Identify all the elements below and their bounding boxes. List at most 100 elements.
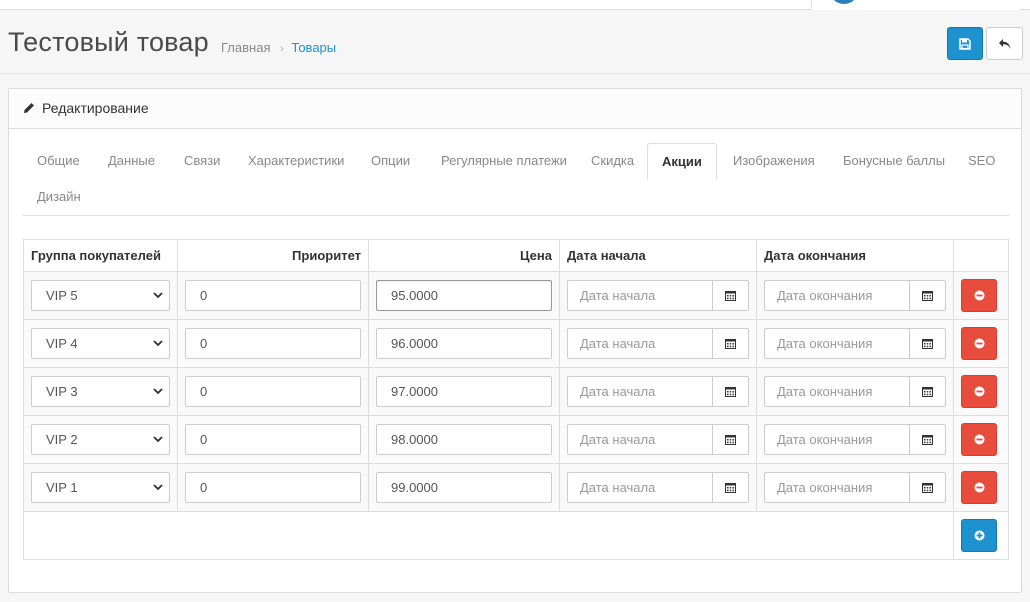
date-start-picker-button[interactable] xyxy=(713,376,749,407)
chevron-down-icon xyxy=(153,292,163,299)
chevron-down-icon xyxy=(153,484,163,491)
priority-input[interactable]: 0 xyxy=(185,424,361,455)
page-title: Тестовый товар xyxy=(8,27,209,57)
priority-input[interactable]: 0 xyxy=(185,328,361,359)
calendar-icon xyxy=(725,483,736,493)
tab-general[interactable]: Общие xyxy=(23,143,94,179)
chevron-down-icon xyxy=(153,340,163,347)
save-icon xyxy=(959,37,971,50)
date-start-picker-button[interactable] xyxy=(713,424,749,455)
date-end-group: Дата окончания xyxy=(764,328,946,359)
price-input[interactable]: 95.0000 xyxy=(376,280,552,311)
date-end-input[interactable]: Дата окончания xyxy=(764,280,910,311)
back-button[interactable] xyxy=(986,27,1023,60)
customer-group-select[interactable]: VIP 5 xyxy=(31,280,170,311)
price-input[interactable]: 99.0000 xyxy=(376,472,552,503)
column-header-group: Группа покупателей xyxy=(23,239,178,272)
tab-links[interactable]: Связи xyxy=(170,143,234,179)
date-end-picker-button[interactable] xyxy=(910,328,946,359)
priority-input[interactable]: 0 xyxy=(185,472,361,503)
calendar-icon xyxy=(922,483,933,493)
tab-bar: Общие Данные Связи Характеристики Опции … xyxy=(23,143,1009,216)
tab-design[interactable]: Дизайн xyxy=(23,179,95,215)
customer-group-select[interactable]: VIP 2 xyxy=(31,424,170,455)
remove-row-button[interactable] xyxy=(961,327,997,360)
date-start-input[interactable]: Дата начала xyxy=(567,376,713,407)
save-button[interactable] xyxy=(947,27,983,60)
user-menu[interactable] xyxy=(811,0,1020,10)
date-end-input[interactable]: Дата окончания xyxy=(764,472,910,503)
customer-group-select[interactable]: VIP 3 xyxy=(31,376,170,407)
page-header: Тестовый товар Главная › Товары xyxy=(0,10,1030,74)
date-start-input[interactable]: Дата начала xyxy=(567,328,713,359)
add-row-button[interactable] xyxy=(961,519,997,552)
tab-images[interactable]: Изображения xyxy=(719,143,829,179)
customer-group-value: VIP 5 xyxy=(46,288,78,303)
remove-row-button[interactable] xyxy=(961,279,997,312)
minus-circle-icon xyxy=(974,386,984,397)
remove-row-button[interactable] xyxy=(961,423,997,456)
table-row: VIP 4 0 96.0000 Дата начала Дата окончан… xyxy=(23,319,1009,368)
breadcrumb-home-link[interactable]: Главная xyxy=(221,40,270,55)
table-header-row: Группа покупателей Приоритет Цена Дата н… xyxy=(23,239,1009,272)
table-row: VIP 5 0 95.0000 Дата начала Дата окончан… xyxy=(23,271,1009,320)
date-start-group: Дата начала xyxy=(567,376,749,407)
avatar[interactable] xyxy=(829,0,859,4)
column-header-actions xyxy=(953,239,1009,272)
tab-data[interactable]: Данные xyxy=(94,143,169,179)
date-start-picker-button[interactable] xyxy=(713,472,749,503)
tab-recurring[interactable]: Регулярные платежи xyxy=(427,143,581,179)
date-start-input[interactable]: Дата начала xyxy=(567,472,713,503)
tab-options[interactable]: Опции xyxy=(357,143,424,179)
panel-title: Редактирование xyxy=(42,100,149,116)
calendar-icon xyxy=(922,435,933,445)
price-input[interactable]: 98.0000 xyxy=(376,424,552,455)
column-header-date-end: Дата окончания xyxy=(756,239,954,272)
priority-input[interactable]: 0 xyxy=(185,280,361,311)
reply-icon xyxy=(998,38,1010,49)
tab-reward-points[interactable]: Бонусные баллы xyxy=(829,143,959,179)
tab-special[interactable]: Акции xyxy=(647,143,717,180)
edit-panel: Редактирование Общие Данные Связи Характ… xyxy=(8,88,1022,593)
date-end-group: Дата окончания xyxy=(764,424,946,455)
breadcrumb: Главная › Товары xyxy=(221,40,336,55)
date-end-picker-button[interactable] xyxy=(910,376,946,407)
minus-circle-icon xyxy=(974,290,984,301)
priority-input[interactable]: 0 xyxy=(185,376,361,407)
calendar-icon xyxy=(725,435,736,445)
table-row: VIP 2 0 98.0000 Дата начала Дата окончан… xyxy=(23,415,1009,464)
top-navbar xyxy=(0,0,1030,10)
calendar-icon xyxy=(922,339,933,349)
table-footer-row xyxy=(23,511,1009,560)
date-end-input[interactable]: Дата окончания xyxy=(764,376,910,407)
tab-attributes[interactable]: Характеристики xyxy=(234,143,358,179)
panel-heading: Редактирование xyxy=(9,89,1021,129)
remove-row-button[interactable] xyxy=(961,375,997,408)
calendar-icon xyxy=(725,387,736,397)
minus-circle-icon xyxy=(974,338,984,349)
date-start-picker-button[interactable] xyxy=(713,280,749,311)
customer-group-value: VIP 4 xyxy=(46,336,78,351)
date-start-picker-button[interactable] xyxy=(713,328,749,359)
minus-circle-icon xyxy=(974,434,984,445)
customer-group-select[interactable]: VIP 4 xyxy=(31,328,170,359)
table-row: VIP 3 0 97.0000 Дата начала Дата окончан… xyxy=(23,367,1009,416)
remove-row-button[interactable] xyxy=(961,471,997,504)
date-start-group: Дата начала xyxy=(567,472,749,503)
date-end-picker-button[interactable] xyxy=(910,424,946,455)
breadcrumb-products-link[interactable]: Товары xyxy=(291,40,336,55)
date-end-input[interactable]: Дата окончания xyxy=(764,424,910,455)
date-start-group: Дата начала xyxy=(567,280,749,311)
date-end-input[interactable]: Дата окончания xyxy=(764,328,910,359)
price-input[interactable]: 97.0000 xyxy=(376,376,552,407)
tab-discount[interactable]: Скидка xyxy=(577,143,648,179)
date-start-input[interactable]: Дата начала xyxy=(567,424,713,455)
plus-circle-icon xyxy=(974,530,984,541)
column-header-date-start: Дата начала xyxy=(559,239,757,272)
price-input[interactable]: 96.0000 xyxy=(376,328,552,359)
date-start-input[interactable]: Дата начала xyxy=(567,280,713,311)
tab-seo[interactable]: SEO xyxy=(954,143,1009,179)
date-end-picker-button[interactable] xyxy=(910,472,946,503)
date-end-picker-button[interactable] xyxy=(910,280,946,311)
customer-group-select[interactable]: VIP 1 xyxy=(31,472,170,503)
